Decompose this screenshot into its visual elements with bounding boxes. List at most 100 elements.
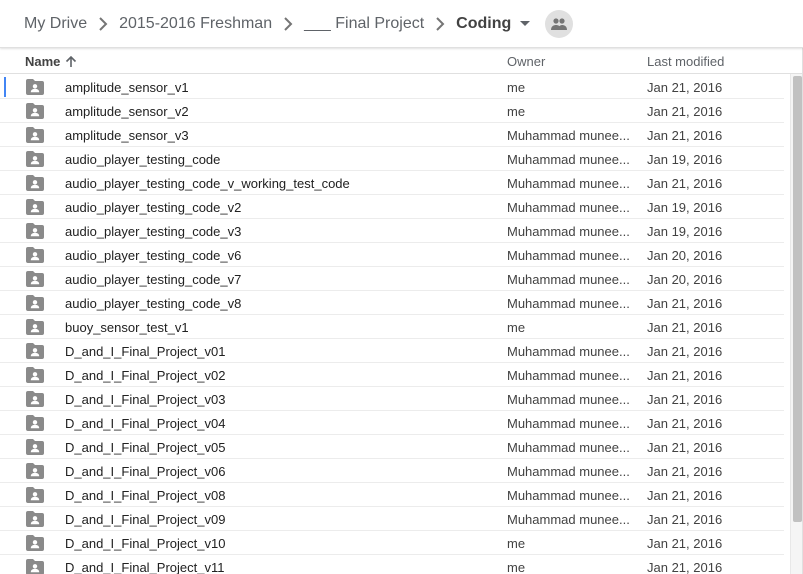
file-owner: me (507, 536, 526, 551)
table-row[interactable]: amplitude_sensor_v2 me Jan 21, 2016 (0, 99, 790, 123)
shared-folder-icon (25, 462, 45, 480)
shared-folder-icon (25, 126, 45, 144)
shared-folder-icon (25, 558, 45, 574)
table-row[interactable]: D_and_I_Final_Project_v01 Muhammad munee.… (0, 339, 790, 363)
file-list: amplitude_sensor_v1 me Jan 21, 2016 amplitu… (0, 75, 790, 574)
table-row[interactable]: D_and_I_Final_Project_v09 Muhammad munee.… (0, 507, 790, 531)
shared-folder-icon (25, 510, 45, 528)
table-row[interactable]: D_and_I_Final_Project_v11 me Jan 21, 2016 (0, 555, 790, 574)
column-header-owner: Owner (507, 54, 546, 69)
file-owner: Muhammad munee... (507, 200, 630, 215)
shared-folder-icon (25, 246, 45, 264)
people-icon[interactable] (545, 9, 574, 38)
column-header-modified[interactable]: Last modified (647, 54, 724, 69)
shared-folder-icon (25, 222, 45, 240)
file-name: D_and_I_Final_Project_v04 (65, 416, 226, 431)
file-modified-date: Jan 21, 2016 (647, 488, 723, 503)
file-modified-date: Jan 19, 2016 (647, 152, 723, 167)
arrow-up-icon (65, 55, 77, 68)
file-owner: Muhammad munee... (507, 296, 630, 311)
file-name: D_and_I_Final_Project_v06 (65, 464, 226, 479)
table-row[interactable]: D_and_I_Final_Project_v03 Muhammad munee.… (0, 387, 790, 411)
file-owner: me (507, 80, 526, 95)
table-row[interactable]: D_and_I_Final_Project_v02 Muhammad munee.… (0, 363, 790, 387)
file-modified-date: Jan 21, 2016 (647, 560, 723, 574)
table-row[interactable]: audio_player_testing_code_v2 Muhammad mun… (0, 195, 790, 219)
file-name: audio_player_testing_code (65, 152, 221, 167)
file-modified-date: Jan 20, 2016 (647, 272, 723, 287)
table-row[interactable]: audio_player_testing_code_v8 Muhammad mun… (0, 291, 790, 315)
file-modified-date: Jan 21, 2016 (647, 440, 723, 455)
table-row[interactable]: audio_player_testing_code_v7 Muhammad mun… (0, 267, 790, 291)
file-modified-date: Jan 21, 2016 (647, 104, 723, 119)
table-row[interactable]: D_and_I_Final_Project_v05 Muhammad munee.… (0, 435, 790, 459)
table-row[interactable]: D_and_I_Final_Project_v04 Muhammad munee.… (0, 411, 790, 435)
file-modified-date: Jan 21, 2016 (647, 512, 723, 527)
file-owner: Muhammad munee... (507, 152, 630, 167)
file-name: D_and_I_Final_Project_v08 (65, 488, 226, 503)
column-header-name-label: Name (25, 54, 61, 69)
breadcrumb-current-folder[interactable]: Coding (456, 15, 511, 33)
table-row[interactable]: audio_player_testing_code_v6 Muhammad mun… (0, 243, 790, 267)
shared-folder-icon (25, 366, 45, 384)
file-name: D_and_I_Final_Project_v03 (65, 392, 226, 407)
shared-folder-icon (25, 534, 45, 552)
file-owner: Muhammad munee... (507, 488, 630, 503)
file-name: amplitude_sensor_v3 (65, 128, 189, 143)
file-owner: me (507, 320, 526, 335)
file-name: audio_player_testing_code_v_working_test… (65, 176, 350, 191)
file-modified-date: Jan 21, 2016 (647, 344, 723, 359)
shared-folder-icon (25, 294, 45, 312)
file-name: D_and_I_Final_Project_v05 (65, 440, 226, 455)
table-row[interactable]: audio_player_testing_code Muhammad munee.… (0, 147, 790, 171)
file-modified-date: Jan 20, 2016 (647, 248, 723, 263)
shared-folder-icon (25, 270, 45, 288)
focus-indicator (4, 77, 6, 97)
file-modified-date: Jan 21, 2016 (647, 464, 723, 479)
table-row[interactable]: D_and_I_Final_Project_v08 Muhammad munee.… (0, 483, 790, 507)
file-owner: Muhammad munee... (507, 272, 630, 287)
file-name: audio_player_testing_code_v7 (65, 272, 242, 287)
file-name: audio_player_testing_code_v6 (65, 248, 242, 263)
breadcrumb-final-project[interactable]: ___ Final Project (304, 15, 424, 33)
breadcrumb-my-drive[interactable]: My Drive (24, 15, 87, 33)
file-name: D_and_I_Final_Project_v11 (65, 560, 225, 574)
file-name: audio_player_testing_code_v2 (65, 200, 242, 215)
shared-folder-icon (25, 150, 45, 168)
file-owner: me (507, 560, 526, 574)
file-owner: Muhammad munee... (507, 512, 630, 527)
shared-folder-icon (25, 318, 45, 336)
table-row[interactable]: audio_player_testing_code_v3 Muhammad mun… (0, 219, 790, 243)
table-row[interactable]: D_and_I_Final_Project_v10 me Jan 21, 2016 (0, 531, 790, 555)
chevron-right-icon (276, 12, 300, 36)
file-name: amplitude_sensor_v1 (65, 80, 189, 95)
file-name: D_and_I_Final_Project_v01 (65, 344, 226, 359)
table-row[interactable]: amplitude_sensor_v3 Muhammad munee... Jan … (0, 123, 790, 147)
scrollbar-thumb[interactable] (793, 76, 802, 522)
shared-folder-icon (25, 78, 45, 96)
column-header-row: Name Owner Last modified (0, 50, 803, 74)
file-name: buoy_sensor_test_v1 (65, 320, 189, 335)
file-owner: Muhammad munee... (507, 248, 630, 263)
file-modified-date: Jan 21, 2016 (647, 128, 723, 143)
shared-folder-icon (25, 198, 45, 216)
table-row[interactable]: D_and_I_Final_Project_v06 Muhammad munee.… (0, 459, 790, 483)
file-name: audio_player_testing_code_v3 (65, 224, 242, 239)
file-name: amplitude_sensor_v2 (65, 104, 189, 119)
shared-folder-icon (25, 438, 45, 456)
column-header-name[interactable]: Name (25, 54, 77, 69)
file-modified-date: Jan 21, 2016 (647, 320, 723, 335)
shared-folder-icon (25, 102, 45, 120)
file-name: D_and_I_Final_Project_v10 (65, 536, 226, 551)
file-modified-date: Jan 19, 2016 (647, 200, 723, 215)
shared-folder-icon (25, 342, 45, 360)
breadcrumb-freshman[interactable]: 2015-2016 Freshman (119, 15, 272, 33)
caret-down-icon[interactable] (515, 14, 535, 34)
file-name: D_and_I_Final_Project_v02 (65, 368, 226, 383)
table-row[interactable]: amplitude_sensor_v1 me Jan 21, 2016 (0, 75, 790, 99)
table-row[interactable]: audio_player_testing_code_v_working_test… (0, 171, 790, 195)
file-modified-date: Jan 21, 2016 (647, 392, 723, 407)
file-owner: Muhammad munee... (507, 416, 630, 431)
table-row[interactable]: buoy_sensor_test_v1 me Jan 21, 2016 (0, 315, 790, 339)
file-owner: Muhammad munee... (507, 392, 630, 407)
